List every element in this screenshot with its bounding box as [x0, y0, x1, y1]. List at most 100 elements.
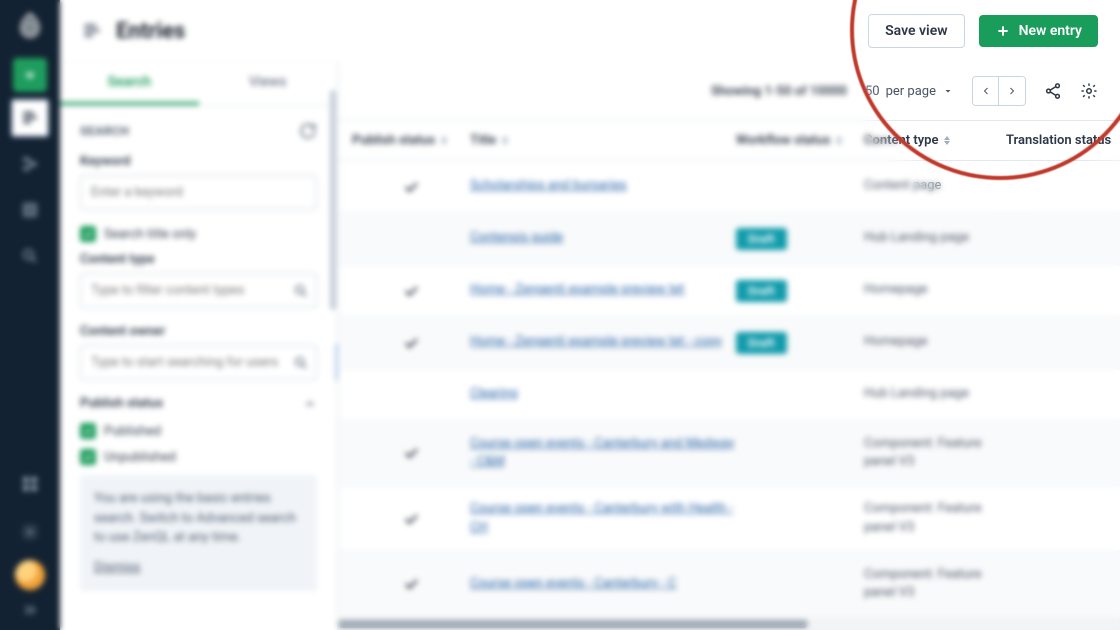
entry-link[interactable]: Home - Zengenti example preview tet - co… — [470, 334, 722, 349]
checkbox-checked-icon — [80, 423, 96, 439]
new-entry-button[interactable]: New entry — [979, 15, 1098, 47]
entry-link[interactable]: Scholarships and bursaries — [470, 178, 627, 193]
content-type-input[interactable] — [80, 273, 317, 308]
table-toolbar: Showing 1-50 of 10000 50 per page — [338, 62, 1120, 121]
content-type-cell: Content page — [864, 177, 1006, 195]
plus-icon — [995, 23, 1011, 39]
save-view-button[interactable]: Save view — [868, 14, 964, 48]
search-notice: You are using the basic entries search. … — [80, 475, 317, 591]
content-type-cell: Hub Landing page — [864, 385, 1006, 403]
publish-status-cell — [352, 575, 470, 593]
svg-text:W: W — [26, 70, 35, 81]
title-cell: Contensis guide — [470, 229, 736, 247]
rail-settings[interactable] — [10, 512, 50, 552]
sort-icon[interactable] — [944, 136, 950, 145]
publish-status-section[interactable]: Publish status — [80, 396, 317, 411]
pager-next[interactable] — [999, 77, 1025, 105]
sort-icon[interactable] — [836, 136, 842, 145]
col-publish-status[interactable]: Publish status — [352, 133, 435, 148]
rail-search[interactable] — [10, 236, 50, 276]
check-icon — [402, 444, 420, 462]
filter-tabs: Search Views — [60, 62, 337, 106]
filter-panel: Search Views SEARCH Keyword Search title… — [60, 62, 338, 630]
table-row[interactable]: Course open events - Canterbury - CCompo… — [338, 552, 1120, 617]
publish-status-cell — [352, 178, 470, 196]
title-cell: Home - Zengenti example preview tet — [470, 281, 736, 299]
pager-prev[interactable] — [973, 77, 999, 105]
workflow-badge: Draft — [736, 228, 787, 250]
content-type-label: Content type — [80, 252, 317, 267]
app-logo — [14, 10, 46, 42]
workflow-badge: Draft — [736, 332, 787, 354]
title-cell: Clearing — [470, 385, 736, 403]
table-row[interactable]: Course open events - Canterbury and Medw… — [338, 421, 1120, 486]
entries-table: Publish status Title Workflow status Con… — [338, 121, 1120, 618]
refresh-icon[interactable] — [299, 122, 317, 140]
entry-link[interactable]: Clearing — [470, 386, 518, 401]
workflow-cell: Draft — [736, 332, 864, 354]
tab-search[interactable]: Search — [60, 62, 199, 105]
rail-library[interactable] — [10, 190, 50, 230]
title-cell: Course open events - Canterbury with Hea… — [470, 500, 736, 536]
table-row[interactable]: Scholarships and bursaries Content page — [338, 161, 1120, 213]
publish-status-cell — [352, 282, 470, 300]
published-checkbox[interactable]: Published — [80, 423, 317, 439]
col-workflow[interactable]: Workflow status — [736, 133, 830, 148]
col-title[interactable]: Title — [470, 133, 496, 148]
search-icon[interactable] — [293, 355, 309, 371]
table-row[interactable]: Clearing Hub Landing page — [338, 369, 1120, 421]
title-cell: Home - Zengenti example preview tet - co… — [470, 333, 736, 351]
workflow-cell: Draft — [736, 280, 864, 302]
user-avatar[interactable] — [15, 560, 45, 590]
sort-icon[interactable] — [502, 136, 508, 145]
table-header: Publish status Title Workflow status Con… — [338, 121, 1120, 161]
publish-status-cell — [352, 334, 470, 352]
content-owner-input[interactable] — [80, 345, 317, 380]
check-icon — [402, 178, 420, 196]
rail-project[interactable]: W — [13, 58, 47, 92]
rail-apps[interactable] — [10, 464, 50, 504]
search-title-only-checkbox[interactable]: Search title only — [80, 226, 317, 242]
entry-link[interactable]: Contensis guide — [470, 230, 563, 245]
unpublished-checkbox[interactable]: Unpublished — [80, 449, 317, 465]
checkbox-checked-icon — [80, 449, 96, 465]
content-type-cell: Homepage — [864, 281, 1006, 299]
search-icon[interactable] — [293, 283, 309, 299]
share-icon[interactable] — [1044, 82, 1062, 100]
publish-status-cell — [352, 510, 470, 528]
showing-count: Showing 1-50 of 10000 — [711, 84, 847, 99]
content-type-cell: Hub Landing page — [864, 229, 1006, 247]
gear-icon[interactable] — [1080, 82, 1098, 100]
tab-views[interactable]: Views — [199, 62, 338, 105]
content-type-cell: Homepage — [864, 333, 1006, 351]
main: Entries Save view New entry Search Views… — [60, 0, 1120, 630]
sort-icon[interactable] — [441, 136, 447, 145]
keyword-label: Keyword — [80, 154, 317, 169]
entry-link[interactable]: Course open events - Canterbury and Medw… — [470, 436, 734, 469]
per-page-select[interactable]: 50 per page — [865, 84, 954, 99]
nav-rail: W — [0, 0, 60, 630]
filter-heading: SEARCH — [80, 124, 129, 138]
table-row[interactable]: Home - Zengenti example preview tet Draft… — [338, 265, 1120, 317]
entry-link[interactable]: Home - Zengenti example preview tet — [470, 282, 684, 297]
publish-status-cell — [352, 444, 470, 462]
col-translation[interactable]: Translation status — [1006, 133, 1111, 148]
horizontal-scrollbar[interactable] — [338, 618, 1120, 630]
table-row[interactable]: Contensis guide Draft Hub Landing page — [338, 213, 1120, 265]
keyword-input[interactable] — [80, 175, 317, 210]
dismiss-link[interactable]: Dismiss — [94, 558, 140, 578]
entry-link[interactable]: Course open events - Canterbury - C — [470, 576, 676, 591]
entry-link[interactable]: Course open events - Canterbury with Hea… — [470, 501, 733, 534]
entries-icon — [82, 21, 102, 41]
table-row[interactable]: Course open events - Canterbury with Hea… — [338, 486, 1120, 551]
workflow-badge: Draft — [736, 280, 787, 302]
check-icon — [402, 575, 420, 593]
titlebar: Entries Save view New entry — [60, 0, 1120, 62]
content-type-cell: Component: Feature panel V3 — [864, 500, 1006, 536]
col-content-type[interactable]: Content type — [864, 133, 938, 148]
rail-structure[interactable] — [10, 144, 50, 184]
rail-collapse[interactable] — [10, 598, 50, 622]
check-icon — [402, 510, 420, 528]
table-row[interactable]: Home - Zengenti example preview tet - co… — [338, 317, 1120, 369]
rail-entries[interactable] — [10, 98, 50, 138]
